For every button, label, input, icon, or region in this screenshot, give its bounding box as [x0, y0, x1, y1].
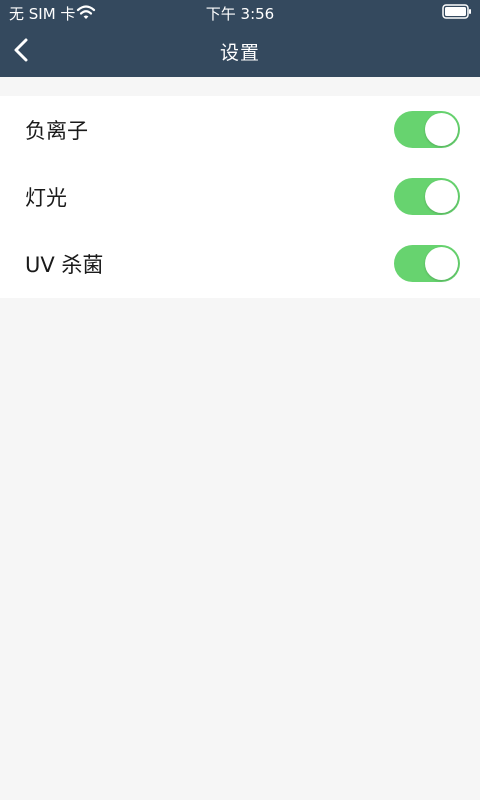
uv-sterilization-toggle[interactable] [394, 245, 460, 282]
battery-icon [442, 4, 471, 19]
status-bar: 无 SIM 卡 下午 3:56 [0, 0, 480, 24]
setting-row-negative-ion: 负离子 [0, 96, 480, 163]
light-toggle[interactable] [394, 178, 460, 215]
toggle-knob [425, 180, 458, 213]
top-bar: 无 SIM 卡 下午 3:56 设置 [0, 0, 480, 77]
setting-label-light: 灯光 [25, 186, 67, 210]
setting-row-light: 灯光 [0, 163, 480, 230]
setting-label-negative-ion: 负离子 [25, 119, 88, 143]
setting-row-uv-sterilization: UV 杀菌 [0, 230, 480, 297]
status-time: 下午 3:56 [205, 5, 275, 23]
negative-ion-toggle[interactable] [394, 111, 460, 148]
settings-list: 负离子 灯光 UV 杀菌 [0, 96, 480, 298]
page-title: 设置 [219, 42, 260, 64]
toggle-knob [425, 247, 458, 280]
setting-label-uv-sterilization: UV 杀菌 [25, 253, 104, 277]
toggle-knob [425, 113, 458, 146]
nav-bar: 设置 [0, 24, 480, 77]
